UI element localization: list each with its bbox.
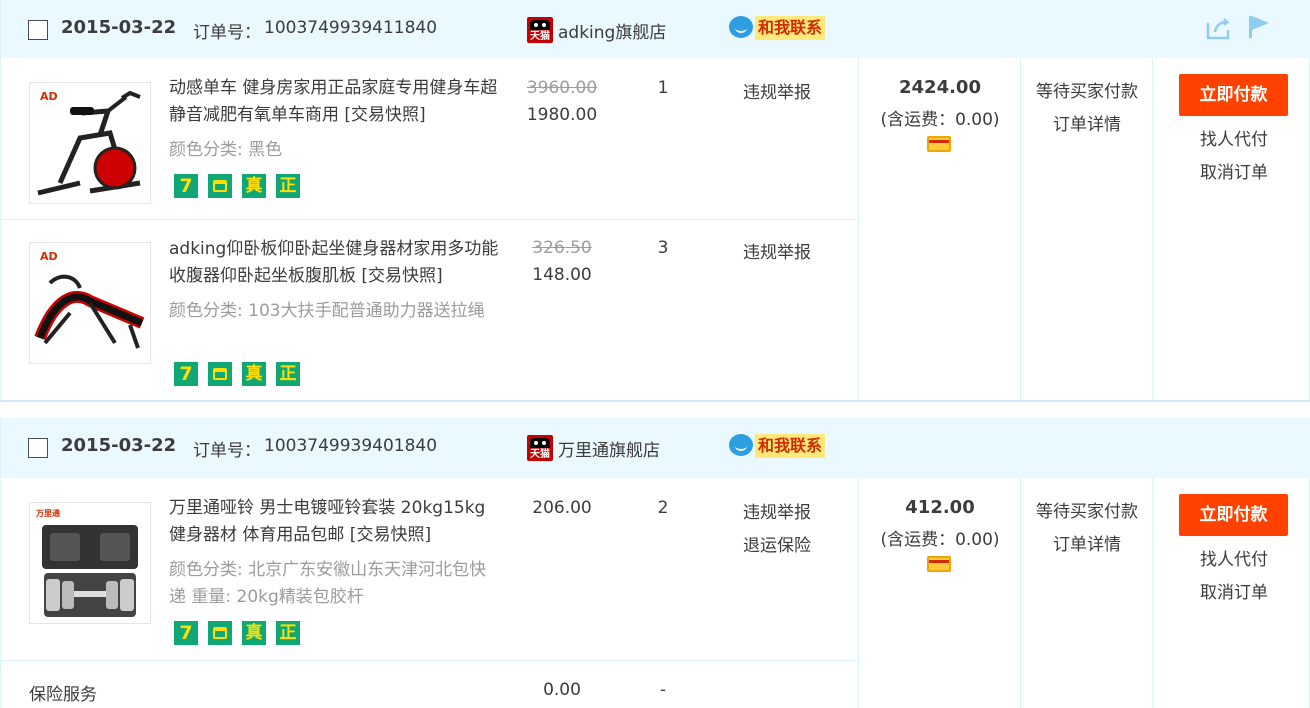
unit-price: 206.00 (532, 498, 592, 518)
quantity: 3 (657, 238, 669, 258)
seven-day-return-icon[interactable]: 7 (174, 621, 198, 645)
bag-icon[interactable] (208, 362, 232, 386)
item-divider (1, 219, 859, 220)
order-header: 2015-03-22 订单号： 1003749939401840 天猫 万里通旗… (1, 418, 1310, 478)
original-price: 326.50 (532, 238, 592, 258)
bag-icon[interactable] (208, 174, 232, 198)
order-number: 1003749939401840 (264, 436, 438, 456)
order-card: 2015-03-22 订单号： 1003749939411840 天猫 adki… (0, 0, 1310, 402)
product-spec: 颜色分类: 北京广东安徽山东天津河北包快递 重量: 20kg精装包胶杆 (169, 560, 487, 607)
order-date: 2015-03-22 (61, 435, 177, 456)
report-violation-link[interactable]: 违规举报 (721, 78, 833, 103)
product-spec: 颜色分类: 黑色 (169, 140, 283, 160)
item-divider (1, 660, 859, 661)
card-icon[interactable] (927, 136, 951, 152)
order-number: 1003749939411840 (264, 18, 438, 38)
tmall-icon: 天猫 (527, 435, 553, 461)
quantity: 2 (657, 498, 669, 518)
pay-now-button[interactable]: 立即付款 (1179, 494, 1288, 536)
insurance-service-label: 保险服务 (29, 685, 97, 705)
tmall-icon: 天猫 (527, 17, 553, 43)
svg-text:AD: AD (40, 250, 58, 263)
contact-seller-button[interactable]: 和我联系 (729, 14, 829, 42)
order-status: 等待买家付款 (1036, 502, 1138, 522)
contact-seller-button[interactable]: 和我联系 (729, 432, 829, 460)
product-title-link[interactable]: adking仰卧板仰卧起坐健身器材家用多功能收腹器仰卧起坐板腹肌板 [交易快照] (169, 236, 499, 290)
contact-label: 和我联系 (755, 16, 826, 40)
authentic-icon[interactable]: 正 (276, 621, 300, 645)
order-date: 2015-03-22 (61, 17, 177, 38)
product-title-link[interactable]: 动感单车 健身房家用正品家庭专用健身车超静音减肥有氧单车商用 [交易快照] (169, 75, 499, 129)
contact-label: 和我联系 (755, 434, 826, 458)
shop-name-link[interactable]: 万里通旗舰店 (558, 436, 660, 461)
report-violation-link[interactable]: 违规举报 (721, 498, 833, 523)
genuine-icon[interactable]: 真 (242, 362, 266, 386)
svg-text:万里通: 万里通 (35, 508, 60, 518)
quantity: 1 (657, 78, 669, 98)
flag-icon[interactable] (1247, 14, 1271, 40)
order-status: 等待买家付款 (1036, 82, 1138, 102)
card-icon[interactable] (927, 556, 951, 572)
genuine-icon[interactable]: 真 (242, 621, 266, 645)
product-image[interactable]: 万里通 (29, 502, 151, 624)
shipping-fee: (含运费：0.00) (880, 530, 1000, 550)
chat-bubble-icon (729, 434, 753, 456)
genuine-icon[interactable]: 真 (242, 174, 266, 198)
seven-day-return-icon[interactable]: 7 (174, 174, 198, 198)
chat-bubble-icon (729, 16, 753, 38)
product-title-link[interactable]: 万里通哑铃 男士电镀哑铃套装 20kg15kg健身器材 体育用品包邮 [交易快照… (169, 495, 499, 549)
authentic-icon[interactable]: 正 (276, 362, 300, 386)
order-no-label: 订单号： (193, 441, 261, 461)
order-select-checkbox[interactable] (28, 20, 48, 40)
order-no-label: 订单号： (193, 23, 261, 43)
order-header: 2015-03-22 订单号： 1003749939411840 天猫 adki… (1, 0, 1310, 58)
insurance-quantity: - (659, 680, 667, 700)
proxy-pay-link[interactable]: 找人代付 (1153, 125, 1310, 150)
insurance-price: 0.00 (543, 680, 581, 700)
cancel-order-link[interactable]: 取消订单 (1153, 578, 1310, 603)
cancel-order-link[interactable]: 取消订单 (1153, 158, 1310, 183)
bag-icon[interactable] (208, 621, 232, 645)
report-violation-link[interactable]: 违规举报 (721, 238, 833, 263)
order-select-checkbox[interactable] (28, 438, 48, 458)
unit-price: 1980.00 (526, 105, 598, 125)
shop-name-link[interactable]: adking旗舰店 (558, 18, 666, 43)
order-card: 2015-03-22 订单号： 1003749939401840 天猫 万里通旗… (0, 418, 1310, 708)
original-price: 3960.00 (526, 78, 598, 98)
order-detail-link[interactable]: 订单详情 (1021, 110, 1153, 135)
authentic-icon[interactable]: 正 (276, 174, 300, 198)
order-total: 2424.00 (899, 77, 981, 98)
svg-text:AD: AD (40, 90, 58, 103)
pay-now-button[interactable]: 立即付款 (1179, 74, 1288, 116)
return-insurance-link[interactable]: 退运保险 (721, 531, 833, 556)
share-icon[interactable] (1206, 16, 1232, 40)
order-bottom-border (1, 400, 1310, 402)
unit-price: 148.00 (532, 265, 592, 285)
product-spec: 颜色分类: 103大扶手配普通助力器送拉绳 (169, 301, 485, 321)
order-total: 412.00 (905, 497, 975, 518)
seven-day-return-icon[interactable]: 7 (174, 362, 198, 386)
proxy-pay-link[interactable]: 找人代付 (1153, 545, 1310, 570)
product-image[interactable]: AD (29, 242, 151, 364)
order-detail-link[interactable]: 订单详情 (1021, 530, 1153, 555)
product-image[interactable]: AD (29, 82, 151, 204)
shipping-fee: (含运费：0.00) (880, 110, 1000, 130)
